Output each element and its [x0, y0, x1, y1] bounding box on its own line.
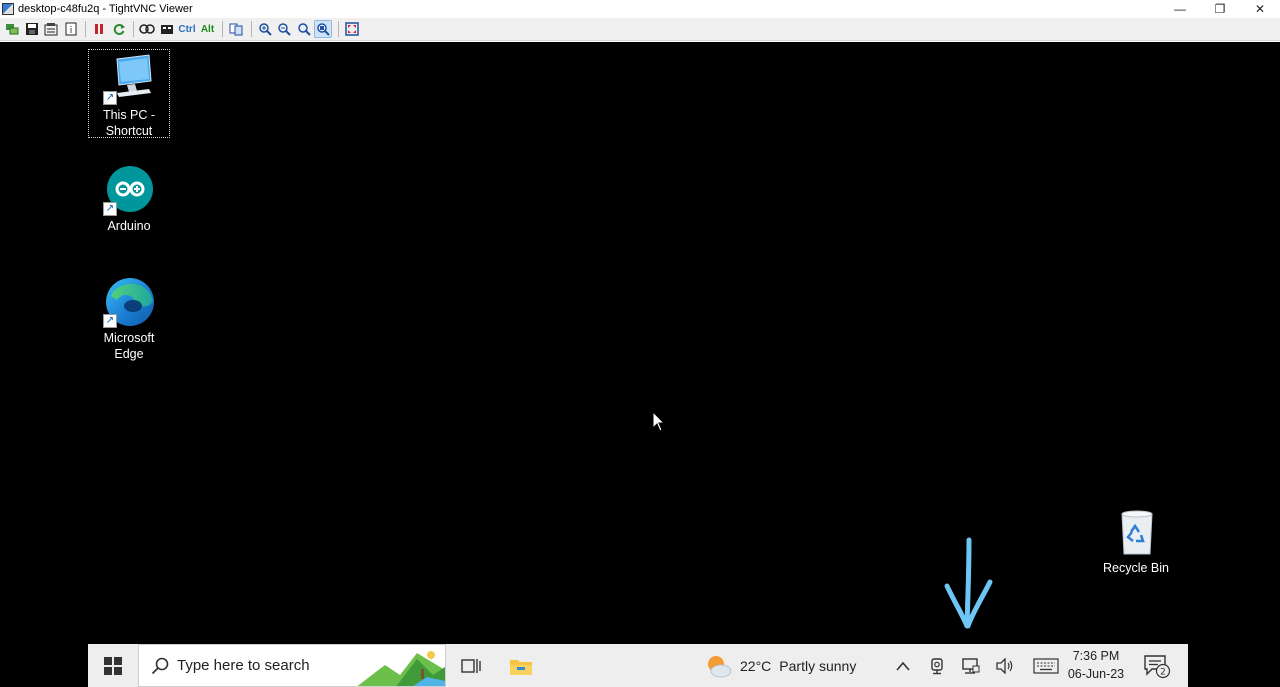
ctrl-alt-del-button[interactable]: [138, 20, 156, 38]
alt-key-button[interactable]: Alt: [199, 20, 217, 38]
vnc-toolbar: i Ctrl Alt: [0, 18, 1280, 41]
file-explorer-button[interactable]: [496, 644, 546, 687]
search-placeholder: Type here to search: [177, 657, 310, 674]
info-icon: i: [65, 22, 76, 36]
system-tray: [886, 644, 1070, 687]
recycle-bin-label: Recycle Bin: [1103, 561, 1169, 575]
weather-temperature: 22°C: [740, 657, 772, 674]
desktop-icon-edge[interactable]: ↗ Microsoft Edge: [88, 276, 170, 362]
webcam-icon: [931, 657, 943, 674]
restore-button[interactable]: ❐: [1200, 0, 1240, 18]
info-button[interactable]: i: [62, 20, 80, 38]
search-icon: [151, 657, 169, 674]
speaker-icon: [996, 657, 1013, 674]
zoom-fit-icon: [317, 23, 330, 36]
file-transfer-button[interactable]: [227, 20, 245, 38]
minimize-button[interactable]: —: [1160, 0, 1200, 18]
ctrl-key-button[interactable]: Ctrl: [177, 20, 197, 38]
zoom-100-icon: [297, 23, 311, 36]
transfer-icon: [229, 23, 243, 36]
shortcut-arrow-icon: ↗: [103, 314, 117, 328]
pause-button[interactable]: [90, 20, 108, 38]
fullscreen-icon: [344, 22, 359, 36]
clock-time: 7:36 PM: [1072, 649, 1120, 663]
toolbar-separator: [337, 21, 339, 37]
refresh-icon: [113, 24, 125, 35]
toolbar-separator: [133, 21, 134, 37]
title-bar: desktop-c48fu2q - TightVNC Viewer — ❐ ✕: [0, 0, 1280, 18]
window-controls: — ❐ ✕: [1160, 0, 1280, 18]
weather-widget[interactable]: 22°C Partly sunny: [704, 644, 856, 687]
toolbar-separator: [250, 21, 252, 37]
ctrl-esc-icon: [160, 25, 173, 34]
arduino-label: Arduino: [107, 219, 151, 233]
edge-icon: ↗: [103, 276, 155, 328]
desktop-icon-arduino[interactable]: ↗ Arduino: [88, 164, 170, 234]
desktop-icon-recycle-bin[interactable]: Recycle Bin: [1095, 506, 1177, 576]
keyboard-icon: [1033, 657, 1059, 674]
window-title: desktop-c48fu2q - TightVNC Viewer: [18, 3, 193, 15]
partly-sunny-icon: [708, 655, 732, 677]
show-hidden-icons-button[interactable]: [886, 644, 920, 687]
zoom-in-icon: [258, 23, 272, 36]
toolbar-separator: [222, 21, 223, 37]
tray-volume-button[interactable]: [988, 644, 1022, 687]
svg-text:i: i: [69, 26, 72, 36]
refresh-button[interactable]: [110, 20, 128, 38]
shortcut-arrow-icon: ↗: [103, 91, 117, 105]
this-pc-icon: ↗: [103, 53, 155, 105]
options-icon: [44, 23, 58, 36]
annotation-arrow-icon: [944, 537, 993, 629]
chevron-up-icon: [896, 661, 910, 671]
zoom-100-button[interactable]: [295, 20, 313, 38]
vnc-viewer-window: desktop-c48fu2q - TightVNC Viewer — ❐ ✕ …: [0, 0, 1280, 687]
start-button[interactable]: [88, 644, 138, 687]
toolbar-separator: [85, 21, 86, 37]
clock-date: 06-Jun-23: [1067, 667, 1125, 681]
tray-meet-now-button[interactable]: [920, 644, 954, 687]
edge-label: Microsoft Edge: [103, 331, 155, 361]
close-button[interactable]: ✕: [1240, 0, 1280, 18]
task-view-button[interactable]: [446, 644, 496, 687]
zoom-fit-button[interactable]: [314, 20, 332, 38]
save-button[interactable]: [23, 20, 41, 38]
task-view-icon: [461, 658, 481, 673]
this-pc-label: This PC - Shortcut: [102, 108, 156, 138]
tightvnc-app-icon: [2, 3, 14, 15]
weather-condition: Partly sunny: [779, 657, 857, 674]
new-connection-icon: [6, 24, 19, 35]
desktop-icon-this-pc[interactable]: ↗ This PC - Shortcut: [88, 49, 170, 138]
shortcut-arrow-icon: ↗: [103, 202, 117, 216]
remote-desktop[interactable]: ↗ This PC - Shortcut ↗ Arduino ↗ Microso…: [0, 42, 1280, 687]
folder-icon: [510, 659, 532, 675]
zoom-in-button[interactable]: [256, 20, 274, 38]
recycle-bin-icon: [1110, 506, 1162, 558]
pause-icon: [95, 24, 103, 34]
zoom-out-button[interactable]: [275, 20, 293, 38]
search-highlight-art-icon: [357, 651, 445, 686]
windows-logo-icon: [104, 656, 122, 675]
options-button[interactable]: [42, 20, 60, 38]
arduino-icon: ↗: [103, 164, 155, 216]
zoom-out-icon: [278, 23, 291, 36]
taskbar-search-box[interactable]: Type here to search: [138, 644, 446, 687]
ctrl-esc-button[interactable]: [158, 20, 176, 38]
tray-network-button[interactable]: [954, 644, 988, 687]
network-icon: [962, 657, 980, 674]
mouse-cursor-icon: [652, 411, 666, 432]
windows-taskbar: Type here to search 22°C Partly sunny 7:…: [88, 644, 1188, 687]
notification-count: 2: [1160, 667, 1166, 677]
taskbar-clock[interactable]: 7:36 PM 06-Jun-23: [1062, 647, 1130, 683]
fullscreen-button[interactable]: [343, 20, 361, 38]
save-icon: [25, 23, 38, 35]
new-connection-button[interactable]: [3, 20, 21, 38]
action-center-button[interactable]: 2: [1140, 644, 1174, 687]
notification-icon: 2: [1144, 654, 1171, 678]
ctrl-alt-del-icon: [139, 24, 155, 34]
